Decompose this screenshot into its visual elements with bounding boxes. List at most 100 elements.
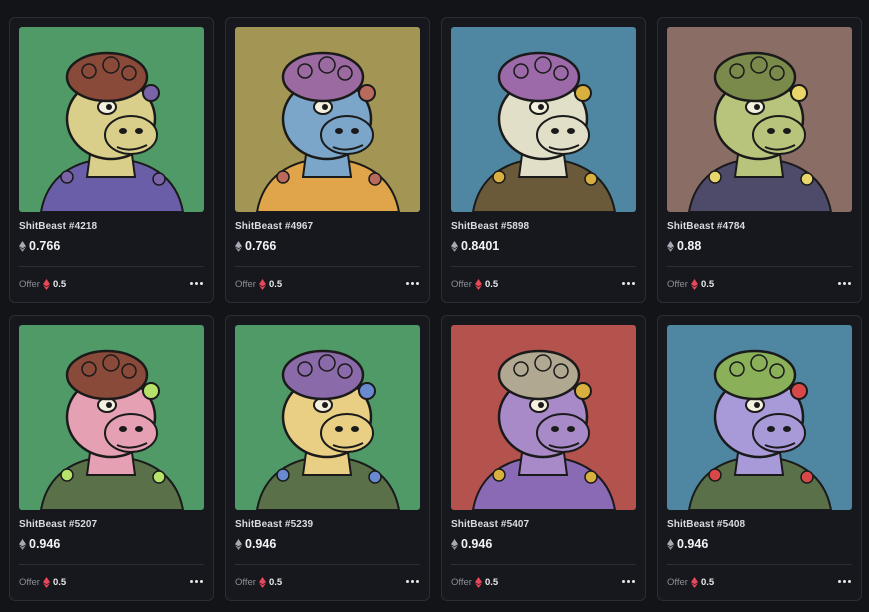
weth-diamond-icon bbox=[42, 577, 50, 588]
nft-name[interactable]: ShitBeast #5239 bbox=[235, 519, 313, 530]
weth-diamond-icon bbox=[258, 577, 266, 588]
eth-diamond-icon bbox=[451, 240, 458, 252]
offer-value: 0.5 bbox=[700, 577, 715, 588]
nft-name[interactable]: ShitBeast #5898 bbox=[451, 221, 529, 232]
nft-name[interactable]: ShitBeast #4784 bbox=[667, 221, 745, 232]
dot-icon bbox=[194, 579, 198, 583]
offer-value: 0.5 bbox=[268, 279, 283, 290]
nft-name[interactable]: ShitBeast #4218 bbox=[19, 221, 97, 232]
nft-card[interactable]: ShitBeast #4784 0.88 Offer 0.5 bbox=[657, 17, 862, 303]
dot-icon bbox=[621, 579, 625, 583]
offer-value: 0.5 bbox=[700, 279, 715, 290]
dot-icon bbox=[405, 579, 409, 583]
weth-diamond-icon bbox=[474, 279, 482, 290]
nft-image[interactable] bbox=[451, 325, 636, 510]
more-options-button[interactable] bbox=[835, 574, 853, 588]
beast-artwork bbox=[235, 27, 420, 212]
nft-name[interactable]: ShitBeast #5408 bbox=[667, 519, 745, 530]
eth-diamond-icon bbox=[235, 538, 242, 550]
dot-icon bbox=[847, 579, 851, 583]
more-options-button[interactable] bbox=[187, 276, 205, 290]
nft-name[interactable]: ShitBeast #5407 bbox=[451, 519, 529, 530]
beast-artwork bbox=[19, 325, 204, 510]
nft-card[interactable]: ShitBeast #5408 0.946 Offer 0.5 bbox=[657, 315, 862, 601]
card-divider bbox=[667, 266, 852, 267]
dot-icon bbox=[626, 281, 630, 285]
offer-value: 0.5 bbox=[484, 279, 499, 290]
dot-icon bbox=[199, 281, 203, 285]
offer-label: Offer bbox=[235, 577, 256, 588]
dot-icon bbox=[847, 281, 851, 285]
dot-icon bbox=[837, 281, 841, 285]
beast-artwork bbox=[451, 325, 636, 510]
offer-value: 0.5 bbox=[52, 279, 67, 290]
offer-label: Offer bbox=[667, 279, 688, 290]
dot-icon bbox=[189, 579, 193, 583]
weth-diamond-icon bbox=[258, 279, 266, 290]
nft-image[interactable] bbox=[19, 325, 204, 510]
nft-image[interactable] bbox=[667, 325, 852, 510]
price-value: 0.766 bbox=[29, 239, 61, 253]
offer-value: 0.5 bbox=[52, 577, 67, 588]
weth-diamond-icon bbox=[474, 577, 482, 588]
eth-diamond-icon bbox=[667, 538, 674, 550]
nft-name[interactable]: ShitBeast #5207 bbox=[19, 519, 97, 530]
price-value: 0.8401 bbox=[461, 239, 500, 253]
nft-price: 0.8401 bbox=[451, 239, 499, 253]
nft-price: 0.766 bbox=[19, 239, 60, 253]
beast-artwork bbox=[451, 27, 636, 212]
nft-card[interactable]: ShitBeast #5407 0.946 Offer 0.5 bbox=[441, 315, 646, 601]
price-value: 0.946 bbox=[29, 537, 61, 551]
nft-image[interactable] bbox=[235, 325, 420, 510]
offer-label: Offer bbox=[451, 577, 472, 588]
more-options-button[interactable] bbox=[187, 574, 205, 588]
offer-label: Offer bbox=[235, 279, 256, 290]
nft-name[interactable]: ShitBeast #4967 bbox=[235, 221, 313, 232]
price-value: 0.946 bbox=[245, 537, 277, 551]
more-options-button[interactable] bbox=[403, 574, 421, 588]
best-offer: Offer 0.5 bbox=[235, 577, 282, 588]
nft-card[interactable]: ShitBeast #5239 0.946 Offer 0.5 bbox=[225, 315, 430, 601]
dot-icon bbox=[189, 281, 193, 285]
nft-image[interactable] bbox=[667, 27, 852, 212]
dot-icon bbox=[415, 579, 419, 583]
dot-icon bbox=[631, 579, 635, 583]
best-offer: Offer 0.5 bbox=[235, 279, 282, 290]
card-divider bbox=[19, 266, 204, 267]
offer-label: Offer bbox=[451, 279, 472, 290]
offer-label: Offer bbox=[19, 279, 40, 290]
card-divider bbox=[667, 564, 852, 565]
beast-artwork bbox=[19, 27, 204, 212]
nft-grid: ShitBeast #4218 0.766 Offer 0.5 ShitBeas… bbox=[9, 17, 862, 601]
more-options-button[interactable] bbox=[619, 574, 637, 588]
beast-artwork bbox=[667, 27, 852, 212]
offer-label: Offer bbox=[667, 577, 688, 588]
weth-diamond-icon bbox=[690, 279, 698, 290]
nft-card[interactable]: ShitBeast #5207 0.946 Offer 0.5 bbox=[9, 315, 214, 601]
best-offer: Offer 0.5 bbox=[19, 577, 66, 588]
offer-value: 0.5 bbox=[484, 577, 499, 588]
nft-card[interactable]: ShitBeast #4967 0.766 Offer 0.5 bbox=[225, 17, 430, 303]
nft-image[interactable] bbox=[19, 27, 204, 212]
more-options-button[interactable] bbox=[835, 276, 853, 290]
eth-diamond-icon bbox=[235, 240, 242, 252]
weth-diamond-icon bbox=[690, 577, 698, 588]
dot-icon bbox=[194, 281, 198, 285]
nft-image[interactable] bbox=[451, 27, 636, 212]
more-options-button[interactable] bbox=[619, 276, 637, 290]
nft-card[interactable]: ShitBeast #4218 0.766 Offer 0.5 bbox=[9, 17, 214, 303]
more-options-button[interactable] bbox=[403, 276, 421, 290]
nft-price: 0.88 bbox=[667, 239, 701, 253]
nft-image[interactable] bbox=[235, 27, 420, 212]
best-offer: Offer 0.5 bbox=[667, 279, 714, 290]
price-value: 0.88 bbox=[677, 239, 702, 253]
dot-icon bbox=[415, 281, 419, 285]
nft-card[interactable]: ShitBeast #5898 0.8401 Offer 0.5 bbox=[441, 17, 646, 303]
dot-icon bbox=[842, 579, 846, 583]
dot-icon bbox=[410, 281, 414, 285]
dot-icon bbox=[405, 281, 409, 285]
offer-label: Offer bbox=[19, 577, 40, 588]
best-offer: Offer 0.5 bbox=[667, 577, 714, 588]
dot-icon bbox=[631, 281, 635, 285]
eth-diamond-icon bbox=[19, 538, 26, 550]
